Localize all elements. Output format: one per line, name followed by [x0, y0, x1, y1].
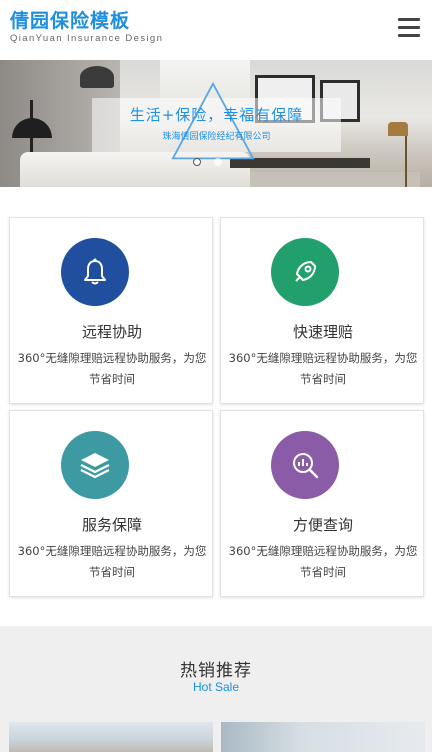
- service-description: 360°无缝隙理赔远程协助服务，为您节省时间: [228, 351, 418, 386]
- service-card-remote-assist[interactable]: 远程协助 360°无缝隙理赔远程协助服务，为您节省时间: [9, 217, 213, 404]
- site-logo[interactable]: 倩园保险模板 QianYuan Insurance Design: [10, 10, 163, 44]
- banner-subtitle: 珠海倩园保险经纪有限公司: [162, 132, 271, 142]
- service-title: 服务保障: [81, 516, 142, 534]
- service-title: 快速理赔: [292, 323, 353, 341]
- banner-side-lamp-shade: [388, 122, 408, 136]
- site-header: 倩园保险模板 QianYuan Insurance Design: [0, 0, 432, 60]
- section-subtitle: Hot Sale: [192, 680, 240, 694]
- service-title: 远程协助: [81, 323, 142, 341]
- service-description: 360°无缝隙理赔远程协助服务，为您节省时间: [228, 544, 418, 579]
- service-card-service-guarantee[interactable]: 服务保障 360°无缝隙理赔远程协助服务，为您节省时间: [9, 410, 213, 597]
- service-card-easy-query[interactable]: 方便查询 360°无缝隙理赔远程协助服务，为您节省时间: [220, 410, 424, 597]
- slide-dot[interactable]: [214, 158, 222, 166]
- hamburger-menu-icon[interactable]: [398, 18, 420, 38]
- logo-title: 倩园保险模板: [10, 10, 131, 32]
- rocket-icon: [271, 238, 339, 306]
- banner-title: 生活+保险，幸福有保障: [129, 106, 304, 124]
- banner-ceiling-lamp: [80, 66, 114, 88]
- section-title: 热销推荐: [180, 661, 252, 681]
- logo-subtitle: QianYuan Insurance Design: [10, 33, 164, 44]
- service-title: 方便查询: [292, 516, 353, 534]
- service-card-fast-claims[interactable]: 快速理赔 360°无缝隙理赔远程协助服务，为您节省时间: [220, 217, 424, 404]
- service-description: 360°无缝隙理赔远程协助服务，为您节省时间: [17, 351, 207, 386]
- bell-icon: [61, 238, 129, 306]
- product-thumbnail[interactable]: [9, 722, 213, 752]
- service-description: 360°无缝隙理赔远程协助服务，为您节省时间: [17, 544, 207, 579]
- hero-banner[interactable]: 生活+保险，幸福有保障 珠海倩园保险经纪有限公司: [0, 60, 432, 187]
- hot-sale-section: 热销推荐 Hot Sale: [0, 626, 432, 752]
- product-thumbnail[interactable]: [221, 722, 425, 752]
- search-chart-icon: [271, 431, 339, 499]
- slide-dot-active[interactable]: [193, 158, 201, 166]
- layers-icon: [61, 431, 129, 499]
